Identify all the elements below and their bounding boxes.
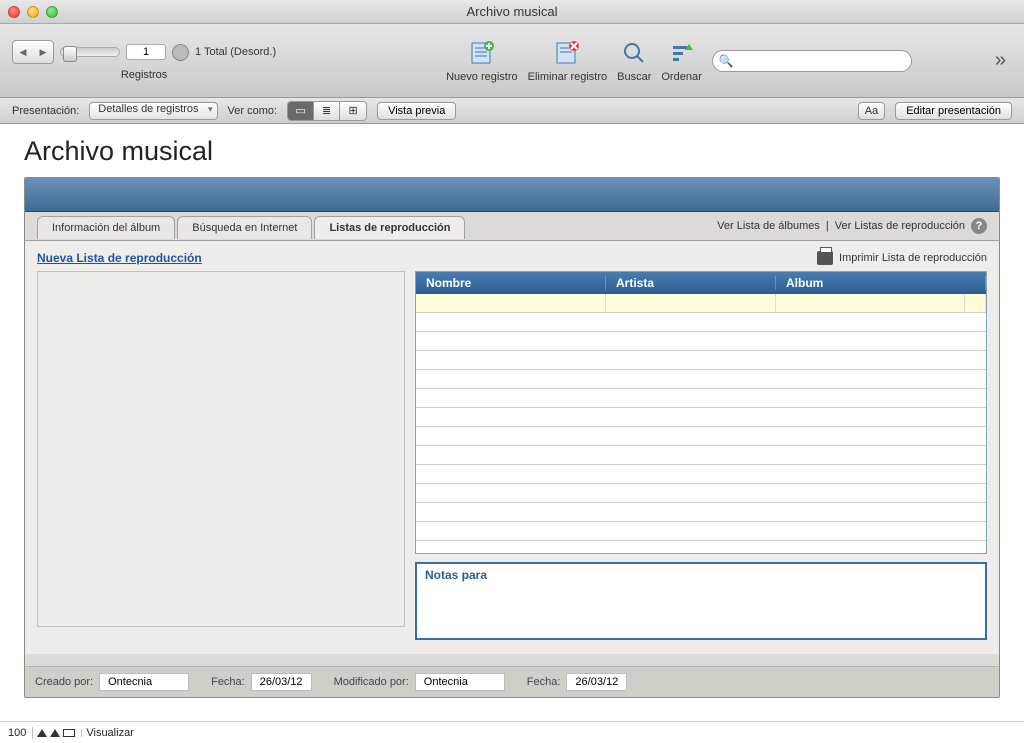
table-row[interactable]	[416, 351, 986, 370]
record-current-number: 1	[126, 44, 166, 60]
main-toolbar: ◀ ▶ 1 1 Total (Desord.) Registros Nuevo …	[0, 24, 1024, 98]
delete-record-icon	[552, 38, 582, 68]
new-record-icon	[467, 38, 497, 68]
titlebar: Archivo musical	[0, 0, 1024, 24]
status-mode-icons[interactable]	[37, 729, 82, 737]
tab-playlists[interactable]: Listas de reproducción	[314, 216, 465, 239]
table-row[interactable]	[416, 427, 986, 446]
content-area: Archivo musical Información del álbum Bú…	[0, 124, 1024, 721]
new-playlist-link[interactable]: Nueva Lista de reproducción	[37, 251, 202, 265]
edit-layout-button[interactable]: Editar presentación	[895, 102, 1012, 120]
zoom-level[interactable]: 100	[8, 727, 33, 739]
modified-by-label: Modificado por:	[334, 676, 409, 688]
window-title: Archivo musical	[0, 4, 1024, 19]
tab-internet-search[interactable]: Búsqueda en Internet	[177, 216, 312, 239]
table-row[interactable]	[416, 522, 986, 541]
view-albums-link[interactable]: Ver Lista de álbumes	[717, 220, 820, 232]
record-slider[interactable]	[60, 47, 120, 57]
find-button[interactable]: Buscar	[617, 38, 651, 83]
layout-select[interactable]: Detalles de registros	[89, 102, 217, 120]
status-bar: 100 Visualizar	[0, 721, 1024, 743]
modified-by-value: Ontecnia	[415, 673, 505, 691]
col-album[interactable]: Album	[776, 276, 986, 290]
sort-button[interactable]: Ordenar	[661, 38, 701, 83]
help-icon[interactable]: ?	[971, 218, 987, 234]
record-footer: Creado por: Ontecnia Fecha: 26/03/12 Modif…	[25, 666, 999, 697]
col-artist[interactable]: Artista	[606, 276, 776, 290]
table-row[interactable]	[416, 408, 986, 427]
created-by-label: Creado por:	[35, 676, 93, 688]
record-total-label: 1 Total (Desord.)	[195, 46, 276, 59]
table-row[interactable]	[416, 294, 986, 313]
view-playlists-link[interactable]: Ver Listas de reproducción	[835, 220, 965, 232]
search-input[interactable]	[712, 50, 912, 72]
modified-date-value: 26/03/12	[566, 673, 627, 691]
record-next-button[interactable]: ▶	[33, 41, 53, 63]
sort-icon	[667, 38, 697, 68]
table-row[interactable]	[416, 503, 986, 522]
record-nav-group: ◀ ▶ 1 1 Total (Desord.) Registros	[12, 40, 276, 81]
layout-toolbar: Presentación: Detalles de registros Ver …	[0, 98, 1024, 124]
main-panel: Información del álbum Búsqueda en Intern…	[24, 177, 1000, 698]
created-date-value: 26/03/12	[251, 673, 312, 691]
table-row[interactable]	[416, 484, 986, 503]
created-date-label: Fecha:	[211, 676, 245, 688]
view-form-button[interactable]: ▭	[288, 102, 314, 120]
page-title: Archivo musical	[24, 136, 1000, 167]
layout-label: Presentación:	[12, 105, 79, 117]
view-mode-group[interactable]: ▭ ≣ ⊞	[287, 101, 367, 121]
text-format-button[interactable]: Aa	[858, 102, 885, 120]
notes-field[interactable]: Notas para	[415, 562, 987, 640]
table-row[interactable]	[416, 446, 986, 465]
table-row[interactable]	[416, 332, 986, 351]
record-prev-button[interactable]: ◀	[13, 41, 33, 63]
search-icon: 🔍	[719, 54, 734, 68]
record-pie-icon[interactable]	[172, 44, 189, 61]
table-row[interactable]	[416, 370, 986, 389]
table-row[interactable]	[416, 465, 986, 484]
delete-record-button[interactable]: Eliminar registro	[528, 38, 607, 83]
table-row[interactable]	[416, 313, 986, 332]
tab-album-info[interactable]: Información del álbum	[37, 216, 175, 239]
record-nav-buttons[interactable]: ◀ ▶	[12, 40, 54, 64]
toolbar-overflow-button[interactable]: »	[989, 49, 1012, 72]
status-mode: Visualizar	[86, 727, 134, 739]
preview-button[interactable]: Vista previa	[377, 102, 456, 120]
viewas-label: Ver como:	[228, 105, 278, 117]
col-name[interactable]: Nombre	[416, 276, 606, 290]
print-icon	[817, 251, 833, 265]
playlist-sidebar[interactable]	[37, 271, 405, 627]
created-by-value: Ontecnia	[99, 673, 189, 691]
view-table-button[interactable]: ⊞	[340, 102, 366, 120]
table-row[interactable]	[416, 389, 986, 408]
print-playlist-button[interactable]: Imprimir Lista de reproducción	[817, 251, 987, 265]
panel-header	[25, 178, 999, 212]
view-list-button[interactable]: ≣	[314, 102, 340, 120]
record-nav-label: Registros	[121, 69, 167, 81]
new-record-button[interactable]: Nuevo registro	[446, 38, 518, 83]
tracks-grid: Nombre Artista Album	[415, 271, 987, 554]
modified-date-label: Fecha:	[527, 676, 561, 688]
find-icon	[619, 38, 649, 68]
